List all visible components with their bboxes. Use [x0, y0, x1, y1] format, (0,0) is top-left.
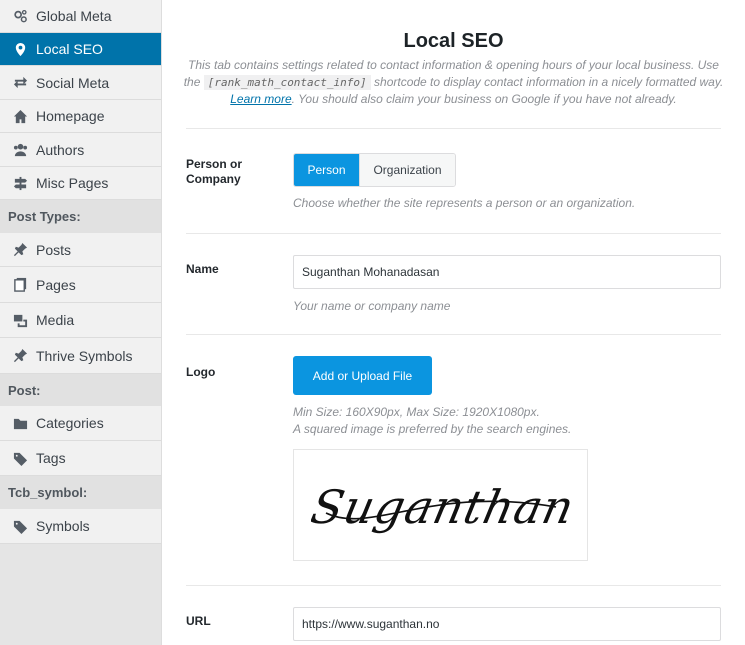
sidebar-item-categories[interactable]: Categories [0, 406, 161, 441]
sidebar-item-label: Authors [36, 141, 85, 158]
logo-size-note: Min Size: 160X90px, Max Size: 1920X1080p… [293, 405, 540, 419]
name-input[interactable] [293, 255, 721, 289]
pages-icon [11, 276, 29, 294]
signature-lettering: Suganthan [311, 480, 571, 533]
settings-sidebar: Global Meta Local SEO Social Meta Homepa… [0, 0, 162, 645]
signpost-icon [11, 174, 29, 192]
sidebar-item-label: Tags [36, 450, 66, 466]
sidebar-item-pages[interactable]: Pages [0, 267, 161, 303]
sidebar-heading-post-types: Post Types: [0, 200, 161, 233]
url-label: URL [186, 614, 211, 628]
label-line: Company [186, 172, 241, 186]
gears-icon [11, 7, 29, 25]
media-icon [11, 311, 29, 329]
url-input[interactable] [293, 607, 721, 641]
pushpin-icon [11, 241, 29, 259]
sidebar-heading-post: Post: [0, 374, 161, 406]
tag-icon [11, 517, 29, 535]
sidebar-item-label: Categories [36, 415, 104, 431]
sidebar-item-label: Homepage [36, 108, 105, 124]
description-text: . You should also claim your business on… [291, 92, 677, 106]
users-icon [11, 141, 29, 159]
label-line: Person or [186, 157, 243, 171]
shortcode-snippet: [rank_math_contact_info] [203, 75, 371, 90]
sidebar-item-global-meta[interactable]: Global Meta [0, 0, 161, 33]
sidebar-item-label: Symbols [36, 518, 90, 534]
page-title: Local SEO [403, 30, 504, 52]
add-upload-file-button[interactable]: Add or Upload File [293, 356, 432, 395]
tag-icon [11, 449, 29, 467]
sidebar-item-label: Local SEO [36, 41, 103, 57]
learn-more-link[interactable]: Learn more [230, 92, 291, 106]
sidebar-item-media[interactable]: Media [0, 303, 161, 338]
sidebar-item-label: Global Meta [36, 8, 112, 24]
sidebar-item-authors[interactable]: Authors [0, 133, 161, 167]
page-description: This tab contains settings related to co… [182, 57, 725, 108]
sidebar-item-misc-pages[interactable]: Misc Pages [0, 167, 161, 200]
name-description: Your name or company name [293, 299, 451, 313]
person-company-toggle: Person Organization [293, 153, 456, 187]
signature-logo-image: Suganthan [311, 480, 571, 533]
sidebar-item-posts[interactable]: Posts [0, 233, 161, 267]
person-company-description: Choose whether the site represents a per… [293, 196, 636, 210]
sidebar-item-social-meta[interactable]: Social Meta [0, 66, 161, 100]
organization-option-button[interactable]: Organization [359, 154, 455, 186]
sidebar-item-homepage[interactable]: Homepage [0, 100, 161, 133]
divider [186, 334, 721, 335]
logo-preview[interactable]: Suganthan [293, 449, 588, 561]
description-text: shortcode to display contact information… [374, 75, 724, 89]
sidebar-item-label: Thrive Symbols [36, 347, 133, 364]
sidebar-item-label: Misc Pages [36, 175, 109, 191]
sidebar-item-tags[interactable]: Tags [0, 441, 161, 476]
sidebar-item-label: Social Meta [36, 74, 110, 91]
home-icon [11, 107, 29, 125]
name-label: Name [186, 262, 219, 276]
sidebar-item-label: Posts [36, 241, 72, 258]
sidebar-heading-tcb-symbol: Tcb_symbol: [0, 476, 161, 509]
location-pin-icon [11, 40, 29, 58]
logo-square-note: A squared image is preferred by the sear… [293, 422, 572, 436]
folder-icon [11, 414, 29, 432]
divider [186, 128, 721, 129]
share-arrows-icon [11, 74, 29, 92]
pushpin-icon [11, 347, 29, 365]
person-option-button[interactable]: Person [294, 154, 359, 186]
settings-panel: Local SEO This tab contains settings rel… [162, 0, 745, 645]
logo-label: Logo [186, 365, 216, 379]
sidebar-item-label: Media [36, 312, 75, 328]
divider [186, 585, 721, 586]
sidebar-item-symbols[interactable]: Symbols [0, 509, 161, 544]
sidebar-item-thrive-symbols[interactable]: Thrive Symbols [0, 338, 161, 374]
divider [186, 233, 721, 234]
sidebar-item-local-seo[interactable]: Local SEO [0, 33, 161, 66]
sidebar-item-label: Pages [36, 276, 76, 293]
person-company-label: Person or Company [186, 157, 242, 187]
